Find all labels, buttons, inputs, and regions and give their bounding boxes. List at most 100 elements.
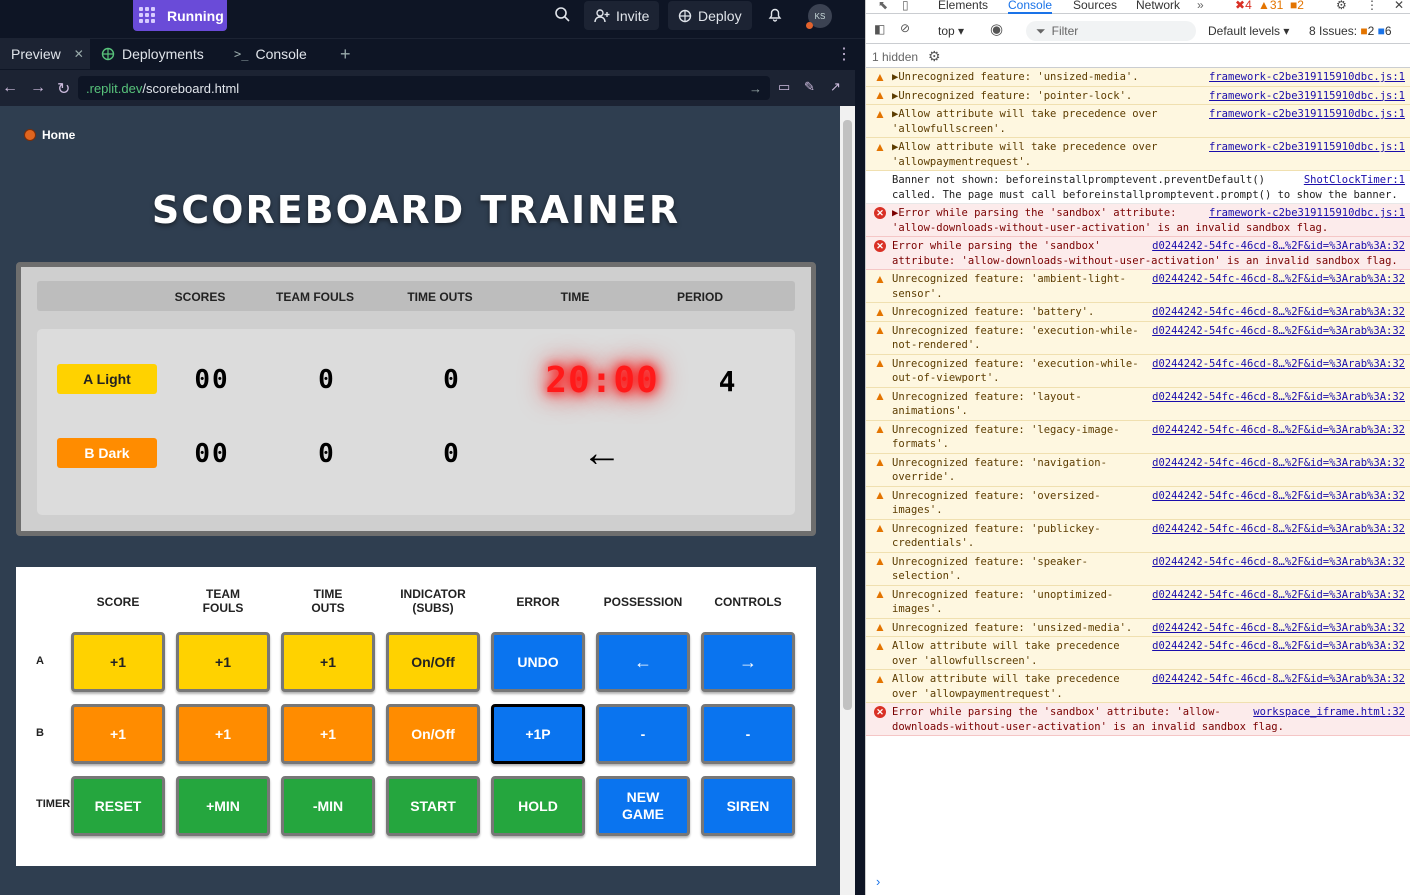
- tab-network[interactable]: Network: [1136, 0, 1180, 12]
- tab-deployments[interactable]: Deployments: [93, 39, 212, 69]
- tab-console-devtools[interactable]: Console: [1008, 0, 1053, 14]
- avatar[interactable]: KS: [806, 4, 832, 29]
- log-source-link[interactable]: d0244242-54fc-46cd-8…%2F&id=%3Arab%3A:32: [1152, 324, 1405, 339]
- tab-preview[interactable]: Preview ✕: [0, 39, 90, 69]
- scrollbar-thumb[interactable]: [843, 120, 852, 710]
- console-log-entry[interactable]: ▲ d0244242-54fc-46cd-8…%2F&id=%3Arab%3A:3…: [866, 270, 1410, 303]
- console-log-entry[interactable]: ▲ d0244242-54fc-46cd-8…%2F&id=%3Arab%3A:3…: [866, 303, 1410, 322]
- console-log-entry[interactable]: ▲ framework-c2be319115910dbc.js:1 ▶Allow a…: [866, 138, 1410, 171]
- clear-console-icon[interactable]: ⊘: [900, 21, 910, 35]
- log-source-link[interactable]: framework-c2be319115910dbc.js:1: [1209, 140, 1405, 155]
- wrench-icon[interactable]: ✎: [804, 79, 815, 95]
- console-log-entry[interactable]: ✕ d0244242-54fc-46cd-8…%2F&id=%3Arab%3A:3…: [866, 237, 1410, 270]
- possession-clear-button[interactable]: -: [596, 704, 690, 764]
- url-field[interactable]: .replit.dev /scoreboard.html →: [78, 76, 770, 100]
- open-external-icon[interactable]: ↗: [830, 79, 841, 95]
- console-log-entry[interactable]: ▲ d0244242-54fc-46cd-8…%2F&id=%3Arab%3A:3…: [866, 519, 1410, 553]
- log-source-link[interactable]: framework-c2be319115910dbc.js:1: [1209, 89, 1405, 104]
- console-log-entry[interactable]: ▲ d0244242-54fc-46cd-8…%2F&id=%3Arab%3A:3…: [866, 670, 1410, 703]
- forward-icon[interactable]: →: [30, 79, 46, 97]
- search-icon[interactable]: [554, 6, 570, 26]
- undo-button[interactable]: UNDO: [491, 632, 585, 692]
- controls-right-button[interactable]: →: [701, 632, 795, 692]
- settings-gear-icon[interactable]: ⚙: [1336, 0, 1347, 12]
- log-source-link[interactable]: framework-c2be319115910dbc.js:1: [1209, 107, 1405, 122]
- team-a-foul-plus-button[interactable]: +1: [176, 632, 270, 692]
- team-b-timeout-plus-button[interactable]: +1: [281, 704, 375, 764]
- filter-input[interactable]: ⏷ Filter: [1026, 21, 1196, 41]
- tab-console[interactable]: >_ Console: [226, 39, 315, 69]
- log-source-link[interactable]: d0244242-54fc-46cd-8…%2F&id=%3Arab%3A:32: [1152, 555, 1405, 570]
- new-game-button[interactable]: NEW GAME: [596, 776, 690, 836]
- log-source-link[interactable]: d0244242-54fc-46cd-8…%2F&id=%3Arab%3A:32: [1152, 456, 1405, 471]
- console-log-entry[interactable]: ▲ d0244242-54fc-46cd-8…%2F&id=%3Arab%3A:3…: [866, 387, 1410, 421]
- team-a-score-plus-button[interactable]: +1: [71, 632, 165, 692]
- console-log-entry[interactable]: ▲ d0244242-54fc-46cd-8…%2F&id=%3Arab%3A:3…: [866, 637, 1410, 670]
- log-source-link[interactable]: d0244242-54fc-46cd-8…%2F&id=%3Arab%3A:32: [1152, 272, 1405, 287]
- home-link[interactable]: Home: [24, 128, 75, 142]
- plus-min-button[interactable]: +MIN: [176, 776, 270, 836]
- team-a-indicator-toggle[interactable]: On/Off: [386, 632, 480, 692]
- tab-sources[interactable]: Sources: [1073, 0, 1117, 12]
- log-source-link[interactable]: d0244242-54fc-46cd-8…%2F&id=%3Arab%3A:32: [1152, 588, 1405, 603]
- inspect-icon[interactable]: ⬉: [878, 0, 888, 12]
- minus-min-button[interactable]: -MIN: [281, 776, 375, 836]
- team-b-score-plus-button[interactable]: +1: [71, 704, 165, 764]
- siren-button[interactable]: SIREN: [701, 776, 795, 836]
- log-source-link[interactable]: ShotClockTimer:1: [1304, 173, 1405, 188]
- plus-period-button[interactable]: +1P: [491, 704, 585, 764]
- device-toggle-icon[interactable]: ▯: [902, 0, 909, 12]
- start-button[interactable]: START: [386, 776, 480, 836]
- console-log-entry[interactable]: ▲ d0244242-54fc-46cd-8…%2F&id=%3Arab%3A:3…: [866, 486, 1410, 520]
- close-icon[interactable]: ✕: [74, 47, 84, 61]
- preview-scrollbar[interactable]: [840, 106, 855, 895]
- possession-left-button[interactable]: ←: [596, 632, 690, 692]
- log-levels-select[interactable]: Default levels ▾: [1208, 24, 1289, 38]
- deploy-button[interactable]: Deploy: [668, 1, 752, 30]
- log-source-link[interactable]: d0244242-54fc-46cd-8…%2F&id=%3Arab%3A:32: [1152, 639, 1405, 654]
- console-log-entry[interactable]: ▲ d0244242-54fc-46cd-8…%2F&id=%3Arab%3A:3…: [866, 453, 1410, 487]
- hold-button[interactable]: HOLD: [491, 776, 585, 836]
- new-tab-button[interactable]: +: [332, 39, 359, 69]
- go-arrow-icon[interactable]: →: [749, 81, 762, 96]
- console-log-entry[interactable]: ▲ d0244242-54fc-46cd-8…%2F&id=%3Arab%3A:3…: [866, 552, 1410, 586]
- team-b-foul-plus-button[interactable]: +1: [176, 704, 270, 764]
- controls-clear-button[interactable]: -: [701, 704, 795, 764]
- console-log-entry[interactable]: ▲ d0244242-54fc-46cd-8…%2F&id=%3Arab%3A:3…: [866, 321, 1410, 355]
- reset-button[interactable]: RESET: [71, 776, 165, 836]
- log-source-link[interactable]: d0244242-54fc-46cd-8…%2F&id=%3Arab%3A:32: [1152, 305, 1405, 320]
- close-devtools-icon[interactable]: ✕: [1394, 0, 1404, 12]
- eye-icon[interactable]: ◉: [990, 20, 1003, 38]
- more-tabs-icon[interactable]: »: [1197, 0, 1204, 12]
- bell-icon[interactable]: [767, 6, 783, 26]
- console-prompt[interactable]: ›: [876, 874, 880, 889]
- kebab-menu-icon[interactable]: ⋮: [1366, 0, 1378, 12]
- console-log-entry[interactable]: ▲ framework-c2be319115910dbc.js:1 ▶Unrecog…: [866, 68, 1410, 87]
- console-log-entry[interactable]: ▲ d0244242-54fc-46cd-8…%2F&id=%3Arab%3A:3…: [866, 618, 1410, 637]
- log-source-link[interactable]: d0244242-54fc-46cd-8…%2F&id=%3Arab%3A:32: [1152, 621, 1405, 636]
- console-log-entry[interactable]: ▲ framework-c2be319115910dbc.js:1 ▶Unrecog…: [866, 86, 1410, 105]
- console-settings-icon[interactable]: ⚙: [928, 48, 941, 65]
- log-source-link[interactable]: d0244242-54fc-46cd-8…%2F&id=%3Arab%3A:32: [1152, 357, 1405, 372]
- log-source-link[interactable]: d0244242-54fc-46cd-8…%2F&id=%3Arab%3A:32: [1152, 522, 1405, 537]
- back-icon[interactable]: ←: [2, 79, 18, 97]
- tab-elements[interactable]: Elements: [938, 0, 988, 12]
- devices-icon[interactable]: ▭: [778, 79, 790, 95]
- console-log-entry[interactable]: ▲ d0244242-54fc-46cd-8…%2F&id=%3Arab%3A:3…: [866, 354, 1410, 388]
- console-log-entry[interactable]: ▲ d0244242-54fc-46cd-8…%2F&id=%3Arab%3A:3…: [866, 585, 1410, 619]
- team-b-indicator-toggle[interactable]: On/Off: [386, 704, 480, 764]
- reload-icon[interactable]: ↻: [57, 79, 70, 99]
- log-source-link[interactable]: framework-c2be319115910dbc.js:1: [1209, 206, 1405, 221]
- log-source-link[interactable]: d0244242-54fc-46cd-8…%2F&id=%3Arab%3A:32: [1152, 390, 1405, 405]
- log-source-link[interactable]: d0244242-54fc-46cd-8…%2F&id=%3Arab%3A:32: [1152, 489, 1405, 504]
- context-select[interactable]: top ▾: [938, 24, 964, 38]
- console-log-entry[interactable]: ShotClockTimer:1 Banner not shown: before…: [866, 171, 1410, 204]
- console-log-entry[interactable]: ▲ framework-c2be319115910dbc.js:1 ▶Allow a…: [866, 105, 1410, 138]
- log-source-link[interactable]: d0244242-54fc-46cd-8…%2F&id=%3Arab%3A:32: [1152, 672, 1405, 687]
- log-source-link[interactable]: workspace_iframe.html:32: [1253, 705, 1405, 720]
- log-source-link[interactable]: framework-c2be319115910dbc.js:1: [1209, 70, 1405, 85]
- error-count-badge[interactable]: ✖4: [1235, 0, 1252, 12]
- run-button[interactable]: Running: [133, 0, 227, 31]
- log-source-link[interactable]: d0244242-54fc-46cd-8…%2F&id=%3Arab%3A:32: [1152, 239, 1405, 254]
- more-options-icon[interactable]: ⋮: [828, 39, 860, 69]
